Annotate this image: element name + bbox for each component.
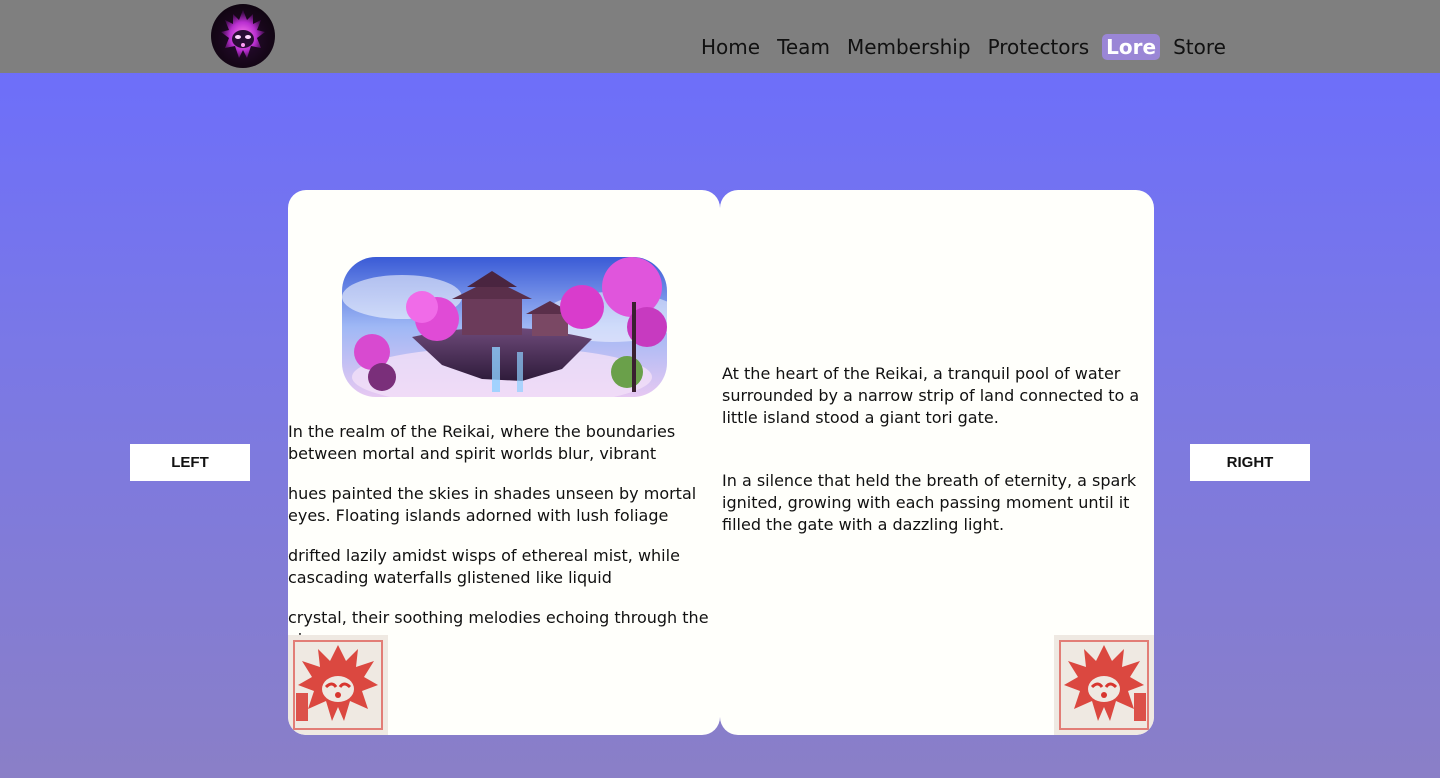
floating-island-illustration: [342, 257, 667, 397]
story-paragraph: hues painted the skies in shades unseen …: [288, 484, 697, 525]
right-page-button[interactable]: RIGHT: [1190, 444, 1310, 481]
nav-item-team[interactable]: Team: [773, 34, 834, 60]
red-spirit-mask-stamp-icon: [288, 635, 388, 735]
story-paragraph: In the realm of the Reikai, where the bo…: [288, 422, 676, 463]
story-paragraph: drifted lazily amidst wisps of ethereal …: [288, 546, 680, 587]
nav-item-membership[interactable]: Membership: [843, 34, 975, 60]
nav-item-lore[interactable]: Lore: [1102, 34, 1161, 60]
story-paragraph: In a silence that held the breath of ete…: [722, 471, 1137, 534]
main-nav: Home Team Membership Protectors Lore Sto…: [701, 34, 1239, 60]
nav-item-store[interactable]: Store: [1169, 34, 1230, 60]
flame-spirit-logo-icon[interactable]: [211, 4, 275, 68]
left-page-button[interactable]: LEFT: [130, 444, 250, 481]
red-spirit-mask-stamp-icon: [1054, 635, 1154, 735]
book-right-page: At the heart of the Reikai, a tranquil p…: [720, 190, 1154, 735]
nav-item-protectors[interactable]: Protectors: [984, 34, 1094, 60]
top-navigation-bar: Home Team Membership Protectors Lore Sto…: [0, 0, 1440, 73]
story-paragraph: At the heart of the Reikai, a tranquil p…: [722, 364, 1140, 427]
book-left-page: In the realm of the Reikai, where the bo…: [288, 190, 720, 735]
nav-item-home[interactable]: Home: [701, 34, 764, 60]
